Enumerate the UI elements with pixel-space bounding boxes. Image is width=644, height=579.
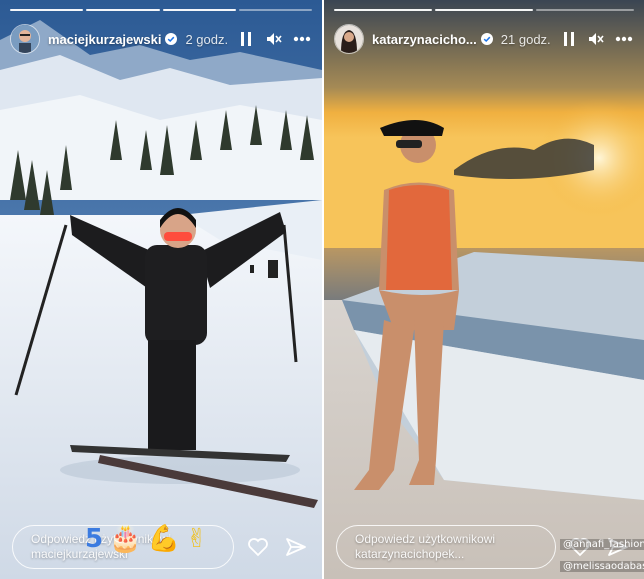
sticker-muscle: 💪 xyxy=(147,524,180,554)
avatar[interactable] xyxy=(334,24,364,54)
username[interactable]: katarzynacicho... xyxy=(372,32,477,47)
heart-icon[interactable] xyxy=(244,533,272,561)
story-panel-right[interactable]: katarzynacicho... 21 godz. xyxy=(324,0,644,579)
post-time: 21 godz. xyxy=(500,31,551,47)
photo-tag[interactable]: @annafi_fashion xyxy=(560,539,644,550)
photo-tag[interactable]: @melissaodabash xyxy=(560,561,644,572)
send-icon[interactable] xyxy=(282,533,310,561)
more-options-icon[interactable] xyxy=(292,28,312,50)
progress-segment xyxy=(10,9,84,11)
reply-input[interactable] xyxy=(336,525,556,569)
verified-badge-icon xyxy=(480,33,493,45)
story-header: maciejkurzajewski 2 godz. xyxy=(10,24,312,54)
story-progress-bar xyxy=(334,9,634,11)
sticker-victory: ✌ xyxy=(185,524,208,554)
story-panel-left[interactable]: maciejkurzajewski 2 godz. xyxy=(0,0,322,579)
progress-segment xyxy=(334,9,432,11)
verified-badge-icon xyxy=(165,33,178,45)
progress-segment xyxy=(162,9,236,11)
more-options-icon[interactable] xyxy=(614,28,634,50)
progress-segment xyxy=(86,9,160,11)
mute-icon[interactable] xyxy=(264,28,284,50)
mute-icon[interactable] xyxy=(586,28,606,50)
sticker-cake: 🎂 xyxy=(109,524,142,554)
story-progress-bar xyxy=(10,9,312,11)
sticker-number: 5 xyxy=(85,524,104,554)
username[interactable]: maciejkurzajewski xyxy=(48,32,161,47)
beach-sunset-photo xyxy=(324,0,644,579)
progress-segment xyxy=(435,9,533,11)
pause-icon[interactable] xyxy=(559,28,579,50)
story-header: katarzynacicho... 21 godz. xyxy=(334,24,634,54)
progress-segment xyxy=(536,9,634,11)
ski-slope-photo xyxy=(0,0,322,579)
pause-icon[interactable] xyxy=(236,28,256,50)
post-time: 2 godz. xyxy=(185,31,229,47)
progress-segment xyxy=(238,9,312,11)
avatar[interactable] xyxy=(10,24,40,54)
sticker-row: 5 🎂 💪 ✌ xyxy=(85,524,208,554)
